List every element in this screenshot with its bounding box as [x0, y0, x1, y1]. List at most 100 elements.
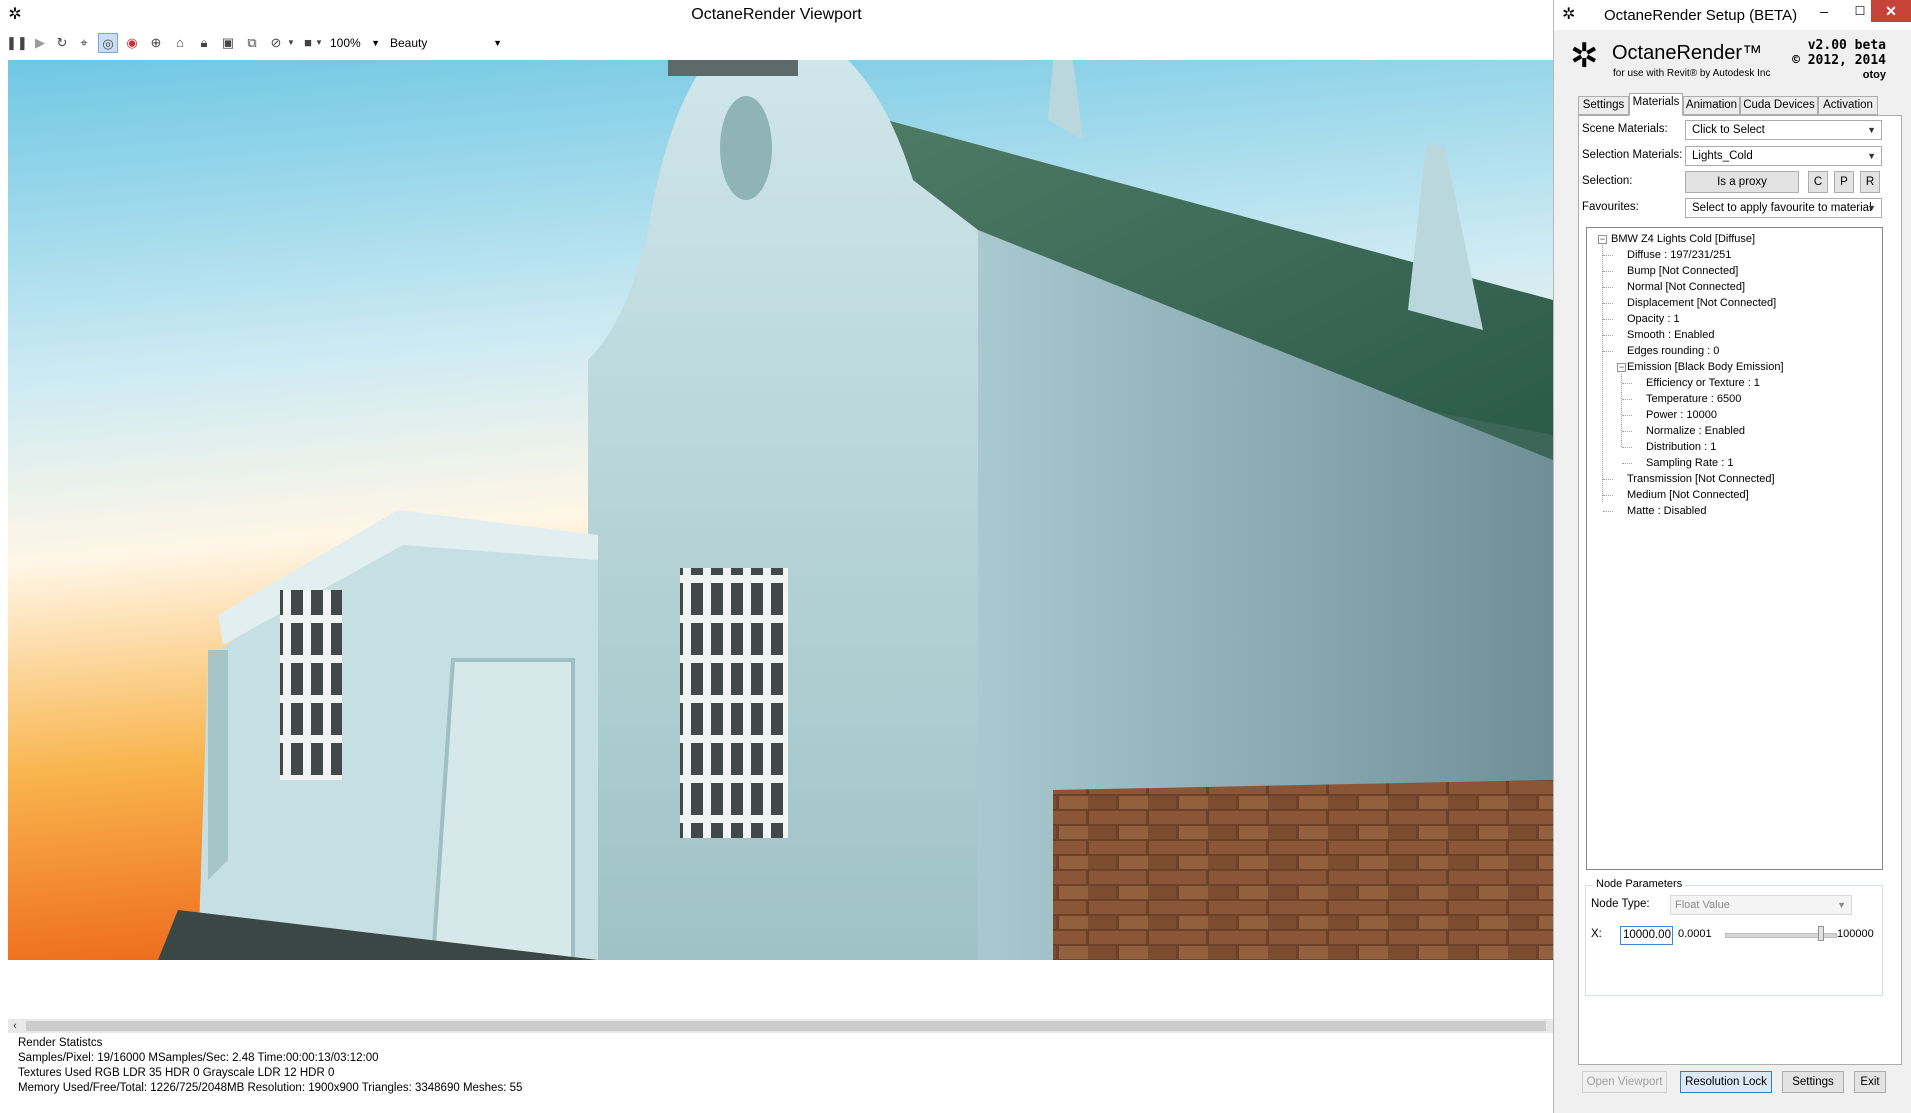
scrollbar-thumb[interactable] — [26, 1021, 1546, 1031]
octane-logo-icon: ✲ — [1562, 6, 1576, 23]
chevron-down-icon: ▼ — [493, 38, 502, 48]
tree-item[interactable]: Opacity : 1 — [1627, 312, 1680, 326]
exit-button[interactable]: Exit — [1854, 1071, 1886, 1093]
tree-guide — [1603, 479, 1613, 480]
version-label: v2.00 beta — [1807, 38, 1886, 53]
render-pass-value: Beauty — [390, 36, 428, 50]
scene-materials-label: Scene Materials: — [1582, 123, 1668, 135]
tree-guide — [1603, 335, 1613, 336]
focus-picker-icon[interactable]: ⊕ — [146, 33, 166, 53]
tree-guide — [1603, 303, 1613, 304]
tree-subitem[interactable]: Normalize : Enabled — [1646, 424, 1745, 438]
tree-guide — [1622, 431, 1632, 432]
stats-line-textures: Textures Used RGB LDR 35 HDR 0 Grayscale… — [18, 1067, 335, 1079]
material-node-tree[interactable]: − BMW Z4 Lights Cold [Diffuse] Diffuse :… — [1586, 227, 1883, 870]
resolution-lock-button[interactable]: Resolution Lock — [1680, 1071, 1772, 1093]
tab-activation[interactable]: Activation — [1818, 96, 1878, 115]
x-value-input[interactable]: 10000.00 — [1620, 926, 1673, 945]
settings-button[interactable]: Settings — [1782, 1071, 1844, 1093]
p-button[interactable]: P — [1834, 171, 1854, 193]
restart-icon[interactable]: ↻ — [52, 33, 72, 53]
render-image[interactable] — [8, 60, 1553, 960]
tree-subitem[interactable]: Efficiency or Texture : 1 — [1646, 376, 1760, 390]
selection-label: Selection: — [1582, 175, 1633, 187]
tree-guide — [1603, 255, 1613, 256]
x-label: X: — [1591, 928, 1602, 940]
tree-subitem[interactable]: Temperature : 6500 — [1646, 392, 1741, 406]
render-pass-select[interactable]: Beauty ▼ — [385, 33, 507, 53]
slider-min-label: 0.0001 — [1678, 928, 1712, 940]
tree-guide — [1603, 319, 1613, 320]
tree-item[interactable]: Normal [Not Connected] — [1627, 280, 1745, 294]
open-viewport-button[interactable]: Open Viewport — [1582, 1071, 1667, 1093]
horizontal-scrollbar[interactable]: ‹ — [8, 1019, 1553, 1033]
pick-focus-icon[interactable]: ⌖ — [74, 33, 94, 53]
tree-guide — [1622, 383, 1632, 384]
stats-line-samples: Samples/Pixel: 19/16000 MSamples/Sec: 2.… — [18, 1052, 379, 1064]
collapse-icon[interactable]: − — [1617, 363, 1626, 372]
scene-materials-select[interactable]: Click to Select ▼ — [1685, 120, 1882, 140]
lock-icon[interactable]: 🔒︎ — [194, 33, 214, 53]
tree-item[interactable]: Smooth : Enabled — [1627, 328, 1714, 342]
tree-guide — [1603, 351, 1613, 352]
tree-item[interactable]: Medium [Not Connected] — [1627, 488, 1749, 502]
tree-item[interactable]: Edges rounding : 0 — [1627, 344, 1719, 358]
selection-materials-select[interactable]: Lights_Cold ▼ — [1685, 146, 1882, 166]
node-type-label: Node Type: — [1591, 898, 1650, 910]
stats-heading: Render Statistcs — [18, 1037, 103, 1049]
material-picker-icon[interactable]: ▣ — [218, 33, 238, 53]
tree-item[interactable]: Transmission [Not Connected] — [1627, 472, 1775, 486]
setup-titlebar: ✲ OctaneRender Setup (BETA) ‒ ☐ ✕ — [1554, 0, 1911, 30]
favourites-select[interactable]: Select to apply favourite to material ▼ — [1685, 198, 1882, 218]
tree-item[interactable]: Displacement [Not Connected] — [1627, 296, 1776, 310]
slider-thumb[interactable] — [1817, 926, 1824, 941]
play-icon[interactable]: ▶ — [30, 33, 50, 53]
tab-materials[interactable]: Materials — [1629, 93, 1683, 116]
clay-mode-icon[interactable]: ⊘ — [266, 33, 286, 53]
minimize-button[interactable]: ‒ — [1808, 0, 1840, 24]
chevron-down-icon: ▼ — [371, 38, 380, 48]
tab-settings[interactable]: Settings — [1578, 96, 1629, 115]
tab-cuda-devices[interactable]: Cuda Devices — [1740, 96, 1818, 115]
logo-name: OctaneRender™ — [1612, 42, 1763, 64]
favourites-value: Select to apply favourite to material — [1692, 202, 1872, 214]
chevron-down-icon[interactable]: ▼ — [286, 33, 296, 53]
node-parameters-group: Node Parameters Node Type: Float Value ▼… — [1585, 878, 1883, 996]
tree-subitem[interactable]: Distribution : 1 — [1646, 440, 1716, 454]
tree-subitem[interactable]: Sampling Rate : 1 — [1646, 456, 1733, 470]
tree-guide — [1603, 271, 1613, 272]
tree-guide — [1622, 447, 1632, 448]
viewport-title: OctaneRender Viewport — [691, 6, 862, 23]
export-icon[interactable]: ⧉ — [242, 33, 262, 53]
otoy-logo: otoy — [1862, 69, 1886, 81]
tree-root[interactable]: BMW Z4 Lights Cold [Diffuse] — [1611, 232, 1755, 246]
stats-line-memory: Memory Used/Free/Total: 1226/725/2048MB … — [18, 1082, 523, 1094]
is-proxy-button[interactable]: Is a proxy — [1685, 171, 1799, 193]
tree-subitem[interactable]: Power : 10000 — [1646, 408, 1717, 422]
tree-guide — [1622, 463, 1632, 464]
camera-sync-icon[interactable]: ⌂ — [170, 33, 190, 53]
render-statistics: Render Statistcs Samples/Pixel: 19/16000… — [18, 1036, 522, 1096]
tree-guide — [1603, 287, 1613, 288]
setup-title: OctaneRender Setup (BETA) — [1604, 7, 1798, 24]
region-render-icon[interactable]: ◎ — [98, 33, 118, 53]
pause-icon[interactable]: ❚❚ — [6, 33, 28, 53]
close-button[interactable]: ✕ — [1871, 0, 1911, 22]
zoom-select[interactable]: 100% ▼ — [325, 33, 385, 53]
c-button[interactable]: C — [1808, 171, 1828, 193]
white-balance-icon[interactable]: ◉ — [122, 33, 142, 53]
r-button[interactable]: R — [1860, 171, 1880, 193]
chevron-left-icon[interactable]: ‹ — [8, 1019, 22, 1033]
chevron-down-icon[interactable]: ▼ — [314, 33, 324, 53]
collapse-icon[interactable]: − — [1598, 235, 1607, 244]
tree-item[interactable]: Matte : Disabled — [1627, 504, 1706, 518]
node-type-value: Float Value — [1675, 899, 1730, 911]
chevron-down-icon: ▼ — [1867, 151, 1876, 161]
favourites-label: Favourites: — [1582, 201, 1639, 213]
tree-item[interactable]: Diffuse : 197/231/251 — [1627, 248, 1731, 262]
tree-item[interactable]: Bump [Not Connected] — [1627, 264, 1738, 278]
tab-animation[interactable]: Animation — [1683, 96, 1740, 115]
tree-item-emission[interactable]: Emission [Black Body Emission] — [1627, 360, 1784, 374]
chevron-down-icon: ▼ — [1867, 125, 1876, 135]
copyright-label: © 2012, 2014 — [1792, 53, 1886, 68]
